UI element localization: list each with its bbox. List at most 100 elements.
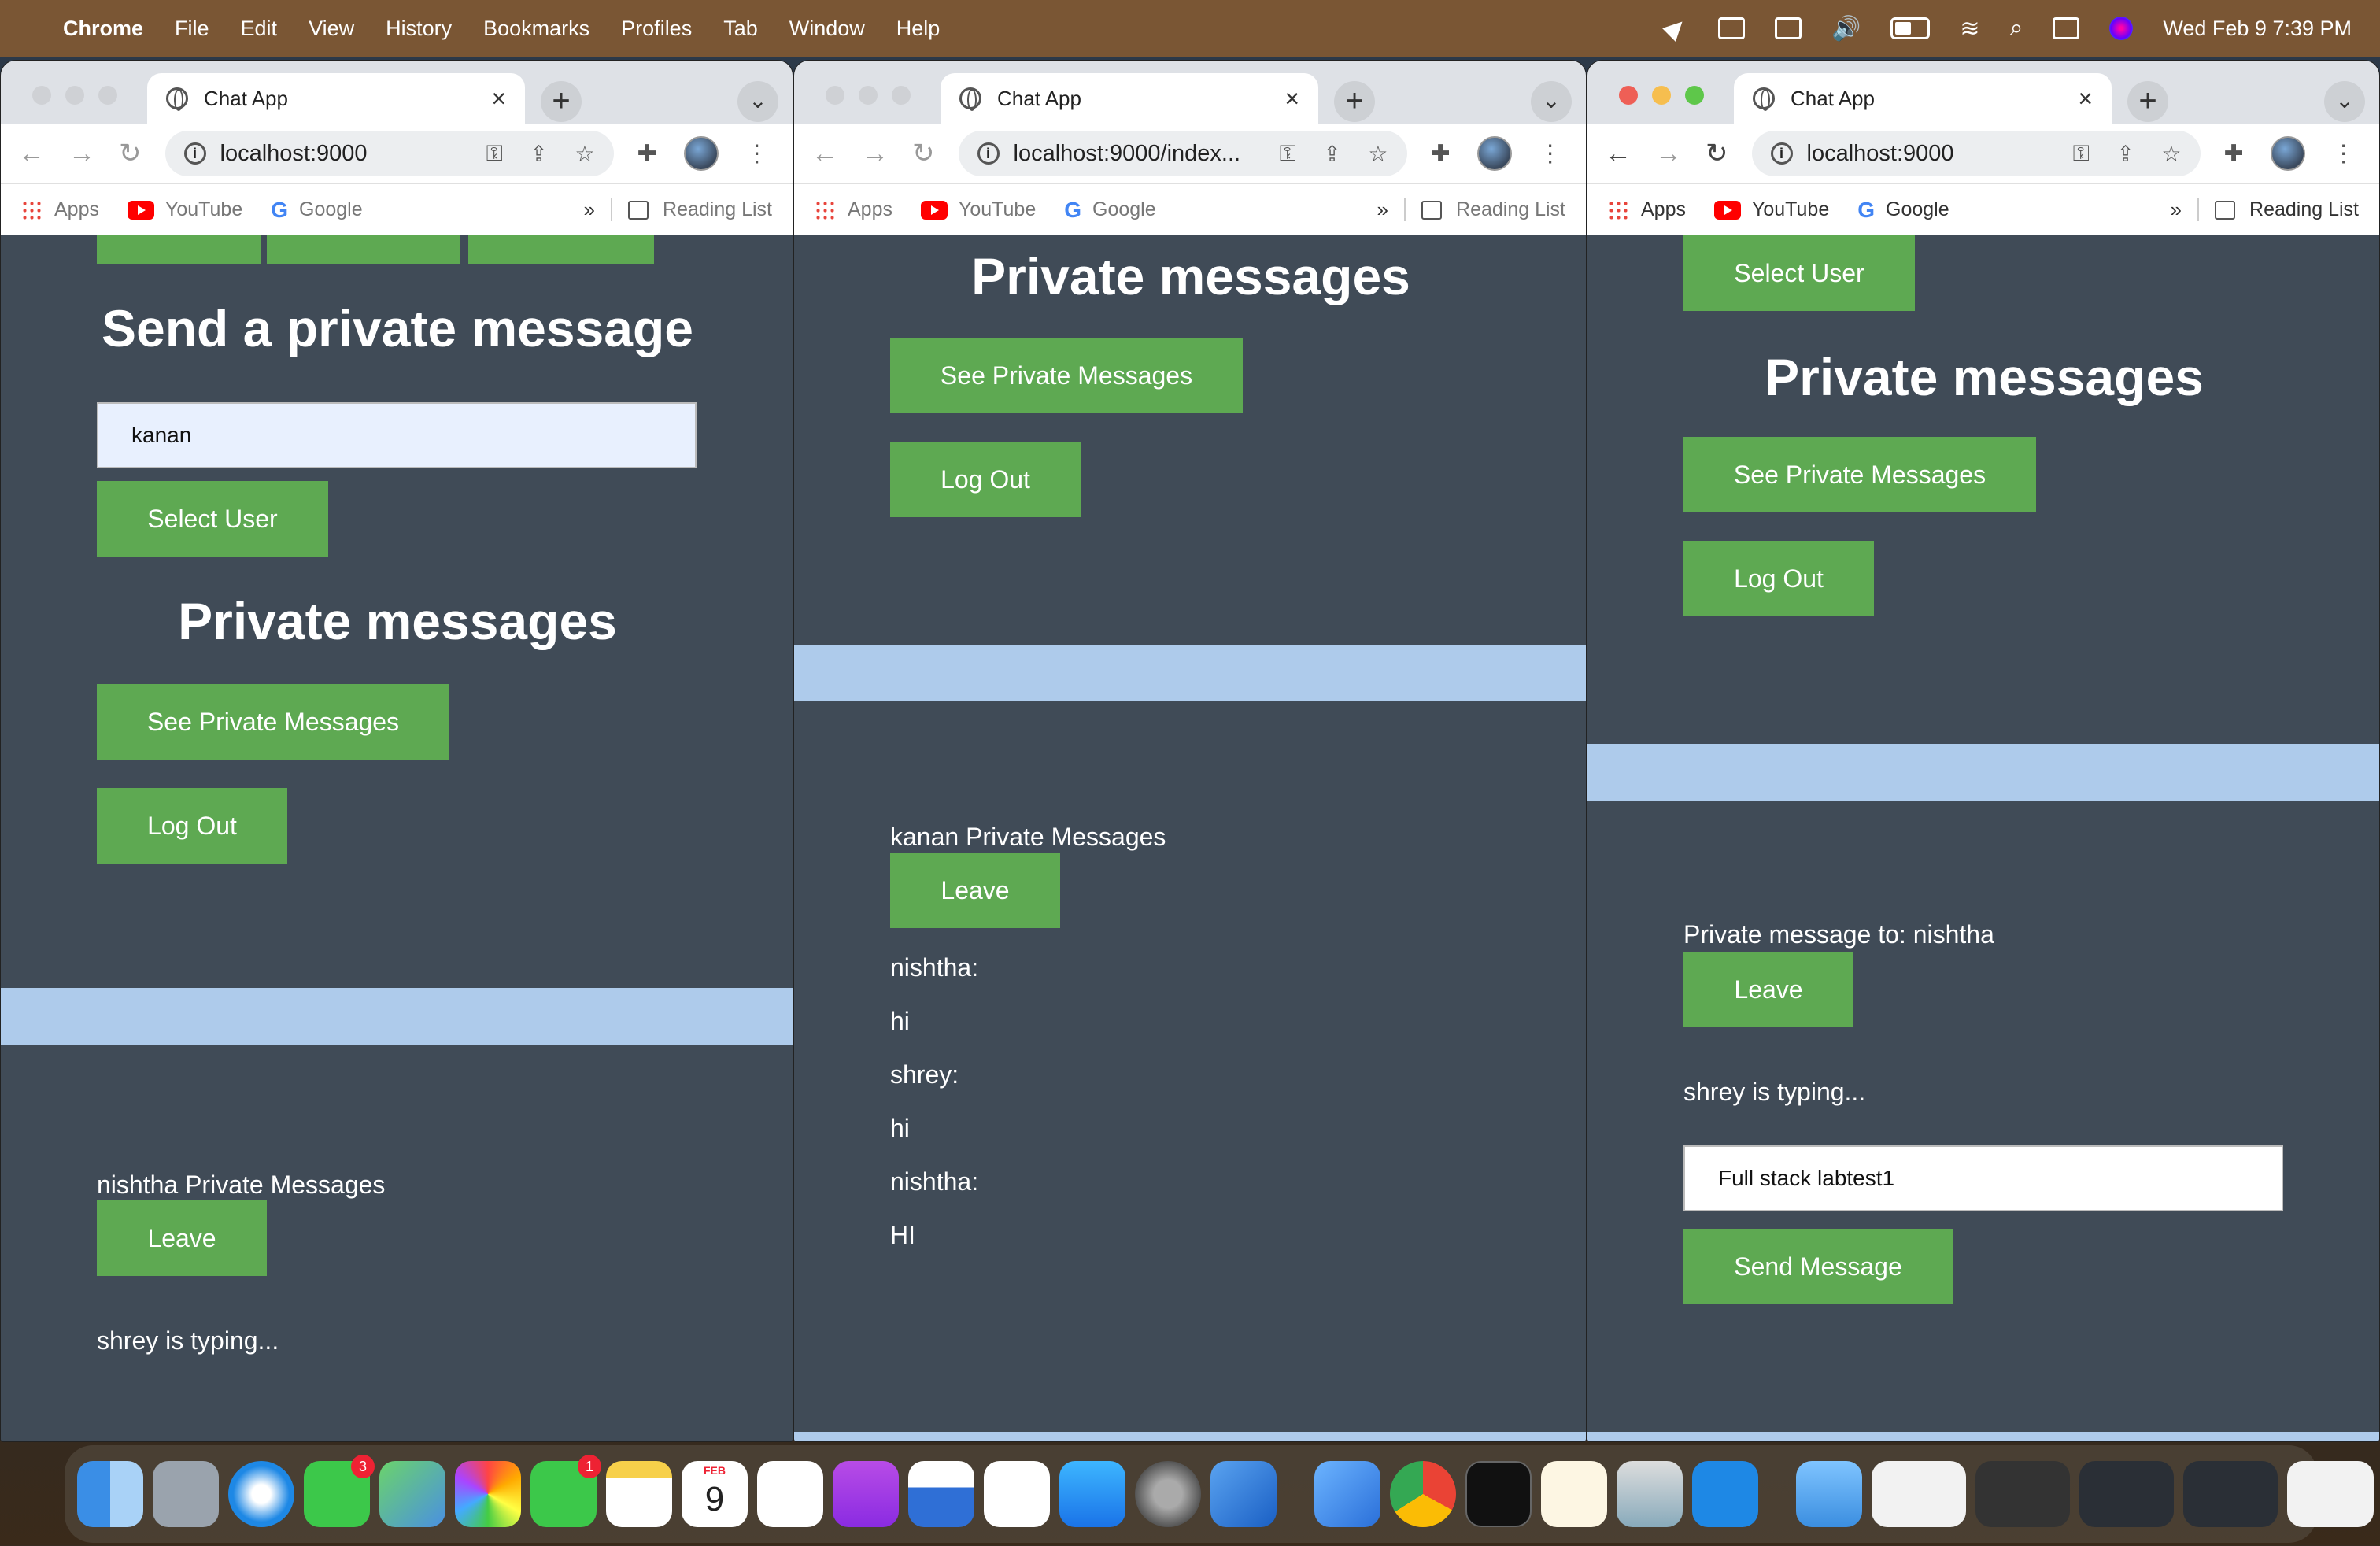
share-icon[interactable]: ⇪ xyxy=(530,141,548,167)
simulator-icon[interactable] xyxy=(1314,1461,1380,1527)
reload-icon[interactable]: ↻ xyxy=(912,138,935,169)
minimize-window-icon[interactable] xyxy=(65,86,84,105)
bookmarks-overflow-chevron[interactable]: » xyxy=(1377,198,1388,222)
close-tab-icon[interactable]: × xyxy=(491,84,506,113)
log-out-button[interactable]: Log Out xyxy=(1683,541,1874,616)
menu-window[interactable]: Window xyxy=(789,17,865,41)
tab-chat-app[interactable]: Chat App × xyxy=(147,73,525,124)
wifi-icon[interactable]: ≋ xyxy=(1960,15,1979,43)
numbers-icon[interactable] xyxy=(984,1461,1050,1527)
reading-list[interactable]: Reading List xyxy=(1404,198,1565,221)
extensions-puzzle-icon[interactable]: ✚ xyxy=(1431,140,1451,168)
messages-icon[interactable]: 3 xyxy=(304,1455,375,1527)
share-icon[interactable]: ⇪ xyxy=(1323,141,1341,167)
more-menu-icon[interactable]: ⋮ xyxy=(1539,140,1562,168)
message-input[interactable]: Full stack labtest1 xyxy=(1683,1145,2283,1211)
bookmarks-overflow-chevron[interactable]: » xyxy=(584,198,595,222)
reload-icon[interactable]: ↻ xyxy=(119,138,142,169)
extensions-puzzle-icon[interactable]: ✚ xyxy=(638,140,657,168)
key-icon[interactable]: ⚿ xyxy=(1280,141,1296,167)
leave-button[interactable]: Leave xyxy=(890,853,1060,928)
menu-bookmarks[interactable]: Bookmarks xyxy=(483,17,589,41)
chrome-icon[interactable] xyxy=(1390,1461,1456,1527)
see-private-messages-button[interactable]: See Private Messages xyxy=(890,338,1243,413)
reminders-icon[interactable] xyxy=(757,1461,823,1527)
battery-icon[interactable] xyxy=(1890,17,1931,39)
address-bar[interactable]: i localhost:9000 ⚿ ⇪ ☆ xyxy=(164,131,614,176)
see-private-messages-button[interactable]: See Private Messages xyxy=(1683,437,2036,512)
reload-icon[interactable]: ↻ xyxy=(1706,138,1728,169)
bookmark-star-icon[interactable]: ☆ xyxy=(1368,141,1388,167)
zoom-window-icon[interactable] xyxy=(1685,86,1704,105)
launchpad-icon[interactable] xyxy=(153,1461,219,1527)
menu-app-name[interactable]: Chrome xyxy=(63,17,143,41)
forward-arrow-icon[interactable]: → xyxy=(862,139,889,169)
back-arrow-icon[interactable]: ← xyxy=(18,139,45,169)
app-store-icon[interactable] xyxy=(1059,1461,1125,1527)
forward-arrow-icon[interactable]: → xyxy=(1655,139,1682,169)
calendar-icon[interactable]: FEB 9 xyxy=(682,1461,748,1527)
bookmark-youtube[interactable]: YouTube xyxy=(1713,198,1829,221)
vscode-icon[interactable] xyxy=(1692,1461,1758,1527)
menu-view[interactable]: View xyxy=(309,17,354,41)
back-arrow-icon[interactable]: ← xyxy=(1605,139,1632,169)
podcasts-icon[interactable] xyxy=(833,1461,899,1527)
username-input[interactable]: kanan xyxy=(97,402,697,468)
address-bar[interactable]: i localhost:9000 ⚿ ⇪ ☆ xyxy=(1751,131,2201,176)
site-info-icon[interactable]: i xyxy=(977,142,1000,165)
close-tab-icon[interactable]: × xyxy=(2078,84,2093,113)
profile-avatar[interactable] xyxy=(683,136,719,171)
preview-icon[interactable] xyxy=(1617,1461,1683,1527)
key-icon[interactable]: ⚿ xyxy=(2073,141,2090,167)
tab-chat-app[interactable]: Chat App × xyxy=(941,73,1318,124)
control-center-icon[interactable] xyxy=(2053,17,2080,39)
screen-mirroring-icon[interactable] xyxy=(1718,17,1746,39)
log-out-button[interactable]: Log Out xyxy=(890,442,1081,517)
bookmark-google[interactable]: G Google xyxy=(1064,198,1155,223)
bookmarks-overflow-chevron[interactable]: » xyxy=(2171,198,2182,222)
zoom-window-icon[interactable] xyxy=(892,86,911,105)
notes-icon[interactable] xyxy=(606,1461,672,1527)
keynote-icon[interactable] xyxy=(908,1461,974,1527)
profile-avatar[interactable] xyxy=(2270,136,2305,171)
menu-help[interactable]: Help xyxy=(896,17,941,41)
window-layout-icon[interactable] xyxy=(1775,17,1802,39)
extensions-puzzle-icon[interactable]: ✚ xyxy=(2224,140,2244,168)
bookmark-google[interactable]: G Google xyxy=(271,198,362,223)
tab-search-chevron-icon[interactable]: ⌄ xyxy=(2324,81,2365,122)
reading-list[interactable]: Reading List xyxy=(2197,198,2359,221)
select-user-button[interactable]: Select User xyxy=(1683,235,1915,311)
menu-file[interactable]: File xyxy=(175,17,209,41)
leave-button[interactable]: Leave xyxy=(1683,952,1853,1027)
finder-icon[interactable] xyxy=(77,1461,143,1527)
forward-arrow-icon[interactable]: → xyxy=(68,139,95,169)
minimized-window-thumbnail[interactable] xyxy=(2287,1461,2374,1527)
more-menu-icon[interactable]: ⋮ xyxy=(2332,140,2356,168)
key-icon[interactable]: ⚿ xyxy=(486,141,503,167)
site-info-icon[interactable]: i xyxy=(1770,142,1793,165)
menubar-datetime[interactable]: Wed Feb 9 7:39 PM xyxy=(2163,17,2352,41)
leave-button[interactable]: Leave xyxy=(97,1200,267,1276)
menu-profiles[interactable]: Profiles xyxy=(621,17,692,41)
menu-edit[interactable]: Edit xyxy=(241,17,278,41)
tab-search-chevron-icon[interactable]: ⌄ xyxy=(737,81,778,122)
new-tab-button[interactable]: + xyxy=(1334,81,1375,122)
site-info-icon[interactable]: i xyxy=(183,142,206,165)
bookmark-apps[interactable]: Apps xyxy=(21,198,99,221)
tab-chat-app[interactable]: Chat App × xyxy=(1734,73,2112,124)
close-tab-icon[interactable]: × xyxy=(1284,84,1299,113)
location-icon[interactable] xyxy=(1661,17,1688,39)
profile-avatar[interactable] xyxy=(1476,136,1512,171)
zoom-window-icon[interactable] xyxy=(98,86,117,105)
menu-tab[interactable]: Tab xyxy=(723,17,758,41)
bookmark-apps[interactable]: Apps xyxy=(815,198,893,221)
close-window-icon[interactable] xyxy=(1619,86,1638,105)
siri-icon[interactable] xyxy=(2109,17,2134,40)
log-out-button[interactable]: Log Out xyxy=(97,788,287,864)
minimized-window-thumbnail[interactable] xyxy=(1975,1461,2070,1527)
bookmark-apps[interactable]: Apps xyxy=(1608,198,1686,221)
bookmark-star-icon[interactable]: ☆ xyxy=(575,141,594,167)
spotlight-search-icon[interactable]: ⌕ xyxy=(2010,15,2023,42)
close-window-icon[interactable] xyxy=(826,86,844,105)
maps-icon[interactable] xyxy=(379,1461,445,1527)
